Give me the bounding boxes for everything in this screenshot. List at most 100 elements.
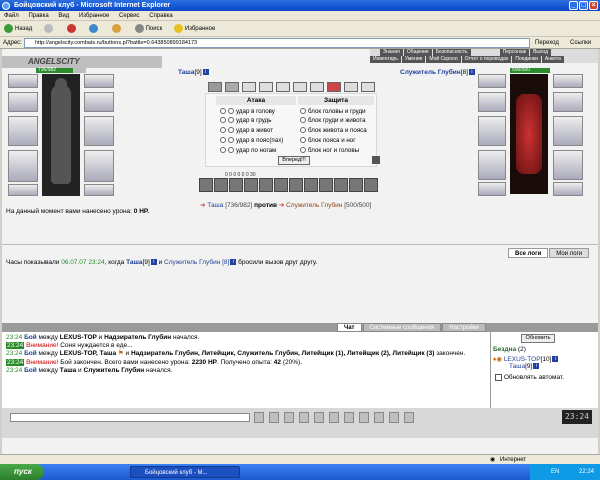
smile-icon[interactable] [284, 412, 294, 423]
info-icon[interactable]: i [230, 259, 237, 266]
online-user-name[interactable]: LEXUS-TOP [504, 356, 541, 363]
radio[interactable] [300, 137, 306, 144]
address-input[interactable]: http://angelscity.combats.ru/buttons.pl?… [24, 38, 530, 48]
radio[interactable] [220, 127, 226, 134]
weapon-slot[interactable] [8, 116, 38, 146]
chat-battle-link[interactable]: Бой [24, 334, 37, 341]
language-indicator[interactable]: EN [551, 469, 559, 475]
defense-option[interactable]: блок пояса и ног [300, 136, 356, 145]
spell-slot[interactable] [289, 178, 303, 192]
spell-slot[interactable] [259, 178, 273, 192]
nav-profile[interactable]: Анкета [541, 56, 564, 63]
home-button[interactable] [111, 21, 123, 37]
map-icon[interactable] [374, 412, 384, 423]
radio[interactable] [300, 117, 306, 124]
spell-slot[interactable] [319, 178, 333, 192]
menu-favorites[interactable]: Избранное [79, 13, 109, 19]
filter-icon[interactable] [299, 412, 309, 423]
nav-battles[interactable]: Поединки [512, 56, 541, 63]
bracer-slot[interactable] [84, 92, 114, 112]
sound-icon[interactable] [344, 412, 354, 423]
radio[interactable] [228, 127, 234, 134]
chat-battle-link[interactable]: Бой [24, 350, 37, 357]
spell-slot[interactable] [334, 178, 348, 192]
info-icon[interactable]: i [468, 69, 475, 76]
spell-slot[interactable] [244, 178, 258, 192]
taskbar-ie-window[interactable]: Бойцовский клуб - M... [130, 466, 240, 478]
nav-transfers[interactable]: Отчет о переводах [461, 56, 512, 63]
info-icon[interactable]: i [552, 356, 559, 363]
radio[interactable] [220, 117, 226, 124]
helmet-slot[interactable] [8, 74, 38, 88]
spell-slot[interactable] [364, 178, 378, 192]
radio[interactable] [220, 137, 226, 144]
forward-button[interactable] [43, 21, 55, 37]
refresh-button[interactable]: Обновить [521, 334, 555, 343]
info-icon[interactable]: i [150, 259, 157, 266]
spell-slot[interactable] [214, 178, 228, 192]
radio[interactable] [300, 127, 306, 134]
scroll-icon[interactable] [329, 412, 339, 423]
tab-system[interactable]: Системные сообщения [362, 323, 442, 332]
radio[interactable] [300, 108, 306, 115]
boots-slot[interactable] [84, 184, 114, 196]
nav-knowledge[interactable]: Знания [380, 49, 403, 56]
info-icon[interactable]: i [533, 363, 540, 370]
nav-communication[interactable]: Общение [403, 49, 432, 56]
exit-icon[interactable] [404, 412, 414, 423]
spell-slot[interactable] [274, 178, 288, 192]
quick-slot[interactable] [208, 82, 222, 92]
nav-security[interactable]: Безопасность [432, 49, 471, 56]
defense-option[interactable]: блок груди и живота [300, 116, 366, 125]
enemy-name[interactable]: Служитель Глубин [400, 69, 461, 76]
quick-slot[interactable] [225, 82, 239, 92]
earrings-slot[interactable] [84, 74, 114, 88]
online-user-name[interactable]: Таша [509, 363, 525, 370]
log-player-name[interactable]: Таша [126, 259, 142, 266]
attack-option[interactable]: удар по ногам [220, 146, 276, 155]
menu-tools[interactable]: Сервис [119, 13, 140, 19]
radio[interactable] [220, 108, 226, 115]
menu-file[interactable]: Файл [4, 13, 19, 19]
spell-slot[interactable] [199, 178, 213, 192]
quick-slot[interactable] [310, 82, 324, 92]
nav-inventory[interactable]: Инвентарь [370, 56, 401, 63]
spell-slot[interactable] [229, 178, 243, 192]
forward-attack-button[interactable]: Вперед!!! [278, 156, 310, 165]
close-button[interactable]: × [589, 1, 598, 10]
defense-option[interactable]: блок живота и пояса [300, 126, 367, 135]
menu-view[interactable]: Вид [58, 13, 69, 19]
quick-slot[interactable] [259, 82, 273, 92]
spell-slot[interactable] [304, 178, 318, 192]
nav-exit[interactable]: Выход [530, 49, 552, 56]
translit-icon[interactable] [314, 412, 324, 423]
info-icon[interactable]: i [202, 69, 209, 76]
radio[interactable] [228, 137, 234, 144]
minimize-button[interactable]: _ [569, 1, 578, 10]
defense-option[interactable]: блок ног и головы [300, 146, 359, 155]
radio[interactable] [300, 147, 306, 154]
tab-my-logs[interactable]: Мои логи [549, 248, 590, 258]
settings-icon[interactable] [389, 412, 399, 423]
start-button[interactable]: пуск [0, 464, 44, 480]
tab-chat[interactable]: Чат [337, 323, 362, 332]
defense-option[interactable]: блок головы и груди [300, 107, 366, 116]
quick-slot[interactable] [276, 82, 290, 92]
refresh-button[interactable] [89, 21, 100, 37]
menu-help[interactable]: Справка [149, 13, 173, 19]
attack-option[interactable]: удар в грудь [220, 116, 271, 125]
quick-slot[interactable] [344, 82, 358, 92]
back-button[interactable]: Назад [4, 21, 32, 37]
search-button[interactable]: Поиск [134, 21, 162, 37]
quick-slot[interactable] [361, 82, 375, 92]
favorites-button[interactable]: Избранное [173, 21, 215, 37]
attack-option[interactable]: удар в голову [220, 107, 275, 116]
menu-edit[interactable]: Правка [28, 13, 48, 19]
belt-slot[interactable] [8, 184, 38, 196]
refresh-icon[interactable] [372, 156, 380, 164]
clear-icon[interactable] [269, 412, 279, 423]
nav-character[interactable]: Персонаж [499, 49, 530, 56]
tab-settings[interactable]: Настройки [442, 323, 486, 332]
quick-slot[interactable] [242, 82, 256, 92]
fight-icon[interactable] [359, 412, 369, 423]
